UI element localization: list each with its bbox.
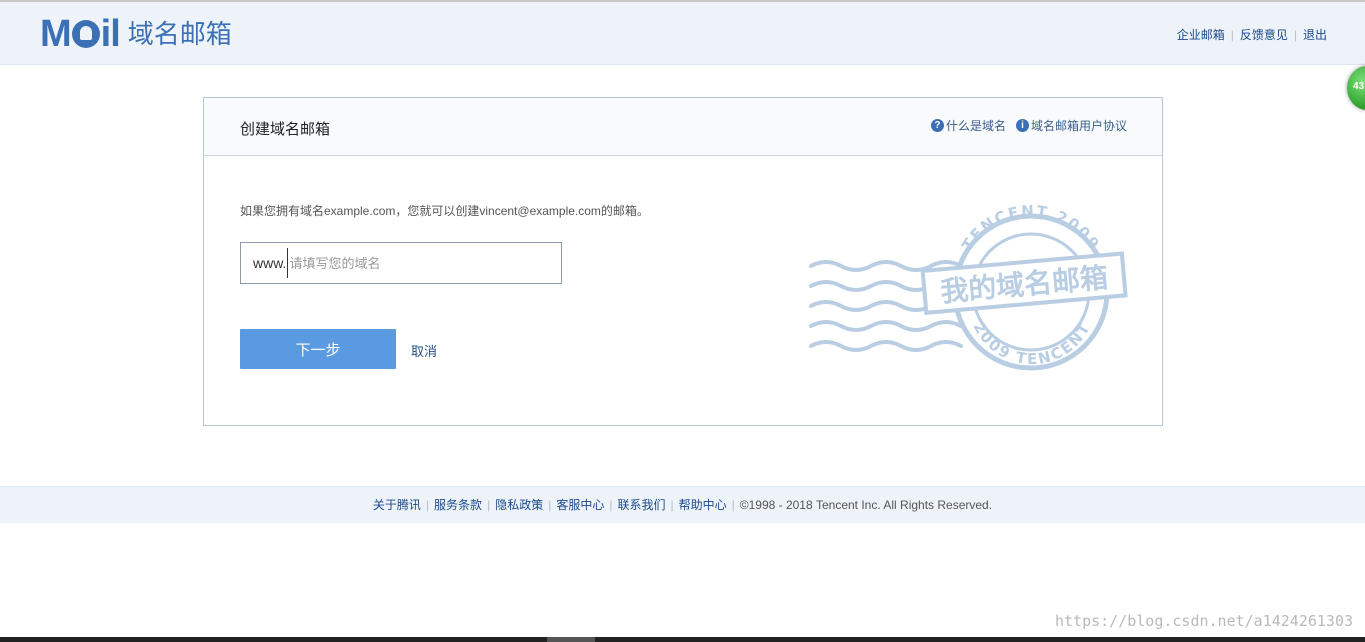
- next-step-button[interactable]: 下一步: [240, 329, 396, 369]
- footer-link-support[interactable]: 客服中心: [556, 498, 604, 512]
- taskbar-strip: [0, 637, 1365, 642]
- separator: |: [548, 498, 552, 512]
- watermark-url: https://blog.csdn.net/a1424261303: [1054, 612, 1353, 630]
- taskbar-segment: [547, 637, 595, 642]
- footer: 关于腾讯 | 服务条款 | 隐私政策 | 客服中心 | 联系我们 | 帮助中心 | ©1998 - 20…: [0, 486, 1365, 523]
- bell-icon: [71, 20, 100, 48]
- footer-link-terms[interactable]: 服务条款: [434, 498, 482, 512]
- separator: |: [1230, 28, 1234, 42]
- question-circle-icon: ?: [930, 119, 944, 132]
- floating-widget-badge[interactable]: 43: [1347, 66, 1365, 110]
- separator: |: [609, 498, 613, 512]
- panel-header: 创建域名邮箱 ? 什么是域名 i 域名邮箱用户协议: [204, 98, 1162, 156]
- info-circle-icon: i: [1015, 119, 1029, 132]
- logo-text: 域名邮箱: [127, 19, 232, 49]
- what-is-domain-label: 什么是域名: [945, 119, 1006, 133]
- what-is-domain-link[interactable]: ? 什么是域名: [930, 117, 1006, 134]
- footer-link-privacy[interactable]: 隐私政策: [495, 498, 543, 512]
- domain-input[interactable]: [287, 248, 540, 278]
- floating-badge-count: 43: [1353, 81, 1365, 92]
- separator: |: [670, 498, 674, 512]
- separator: |: [487, 498, 491, 512]
- footer-link-contact[interactable]: 联系我们: [617, 498, 665, 512]
- panel-help-links: ? 什么是域名 i 域名邮箱用户协议: [921, 117, 1127, 134]
- separator: |: [425, 498, 430, 512]
- enterprise-mail-link[interactable]: 企业邮箱: [1177, 28, 1225, 42]
- mail-logo-mark: Mil: [40, 13, 121, 55]
- copyright: ©1998 - 2018 Tencent Inc. All Rights Res…: [739, 498, 993, 512]
- domain-field[interactable]: www.: [240, 242, 562, 284]
- separator: |: [731, 498, 735, 512]
- panel-title: 创建域名邮箱: [240, 121, 331, 138]
- header: Mil 域名邮箱 企业邮箱 | 反馈意见 | 退出: [0, 2, 1365, 65]
- description-text: 如果您拥有域名example.com，您就可以创建vincent@example…: [240, 204, 649, 218]
- user-agreement-label: 域名邮箱用户协议: [1030, 119, 1127, 133]
- create-domain-mail-panel: 创建域名邮箱 ? 什么是域名 i 域名邮箱用户协议 如果您拥有域名example…: [203, 97, 1163, 426]
- user-agreement-link[interactable]: i 域名邮箱用户协议: [1015, 117, 1127, 134]
- separator: |: [1293, 28, 1297, 42]
- footer-link-about[interactable]: 关于腾讯: [373, 498, 421, 512]
- top-links: 企业邮箱 | 反馈意见 | 退出: [1177, 26, 1327, 43]
- cancel-link[interactable]: 取消: [411, 341, 437, 360]
- logo[interactable]: Mil 域名邮箱: [40, 13, 232, 55]
- domain-prefix: www.: [253, 255, 287, 271]
- postmark-stamp: TENCENT 2009 2009 TENCENT 我的域名邮箱: [809, 204, 1128, 371]
- feedback-link[interactable]: 反馈意见: [1240, 28, 1288, 42]
- logout-link[interactable]: 退出: [1303, 28, 1327, 42]
- footer-link-help[interactable]: 帮助中心: [679, 498, 727, 512]
